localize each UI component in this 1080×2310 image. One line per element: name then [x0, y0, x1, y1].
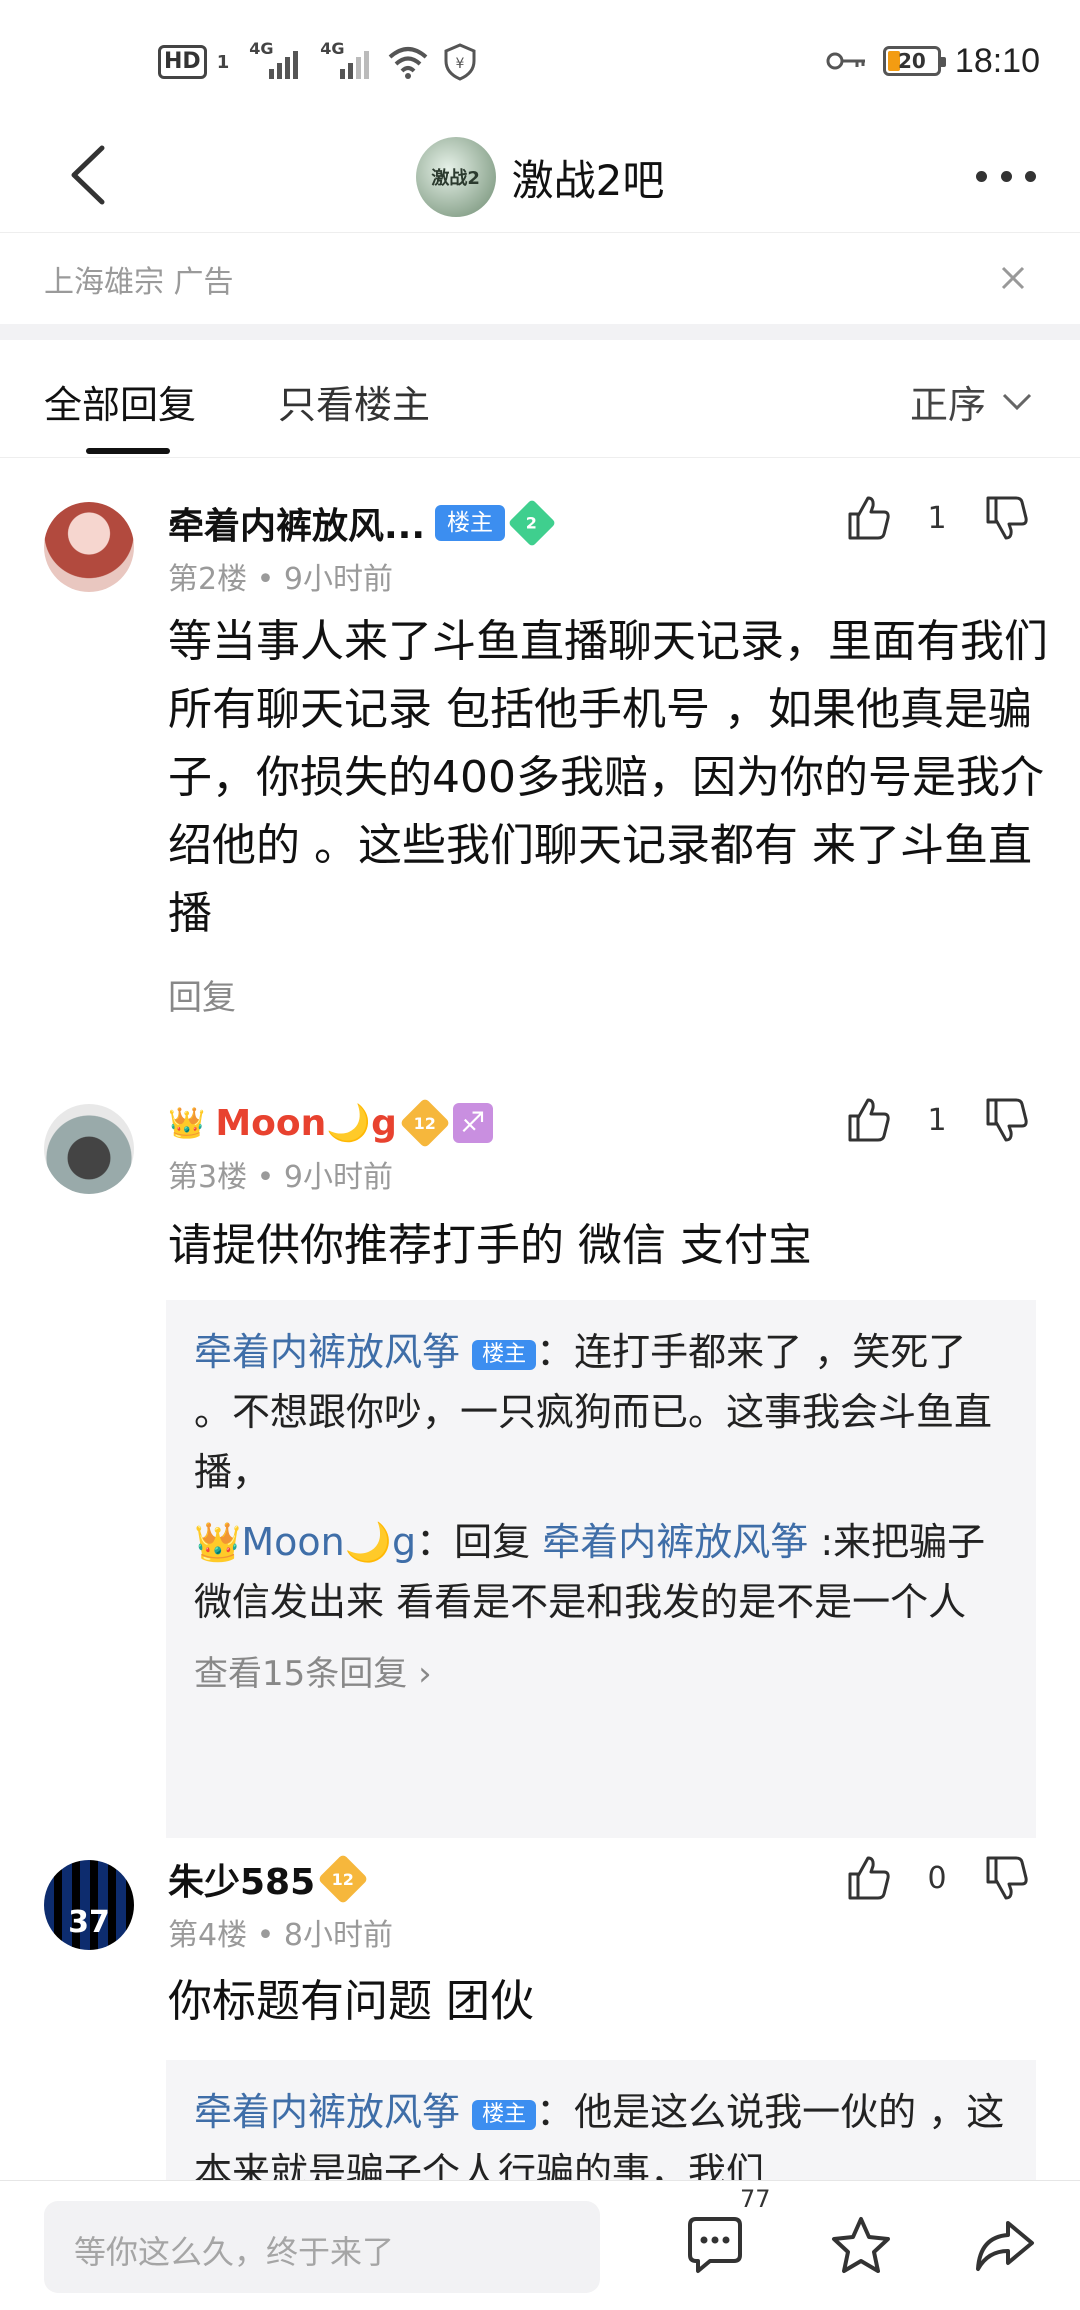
battery-icon: 20	[882, 46, 946, 76]
thumbs-up-icon[interactable]	[844, 494, 892, 542]
sub-reply-target[interactable]: 牵着内裤放风筝	[542, 1520, 808, 1564]
star-icon[interactable]	[826, 2211, 896, 2281]
thumbs-down-icon[interactable]	[982, 1096, 1030, 1144]
reply-button[interactable]: 回复	[168, 970, 236, 1019]
vote-group: 1	[844, 1096, 1030, 1144]
author-row: 朱少585 12	[168, 1853, 369, 1905]
wifi-icon	[388, 47, 428, 79]
author-row: 牵着内裤放风... 楼主 2	[168, 497, 557, 549]
vote-group: 1	[844, 494, 1030, 542]
hd-sub-label: 1	[216, 51, 230, 73]
sub-reply-user[interactable]: 👑Moon🌙g	[194, 1520, 416, 1564]
signal-icon-2: 4G	[320, 39, 370, 79]
status-right: 20 18:10	[825, 36, 1040, 86]
reply-input[interactable]: 等你这么久，终于来了	[44, 2201, 600, 2293]
zodiac-icon: ♐	[452, 1103, 493, 1143]
level-badge-icon: 12	[399, 1097, 451, 1149]
author-name[interactable]: 牵着内裤放风...	[168, 497, 425, 549]
comment-icon[interactable]	[680, 2211, 750, 2281]
post-content: 等当事人来了斗鱼直播聊天记录，里面有我们所有聊天记录 包括他手机号 ，如果他真是…	[168, 616, 1048, 939]
share-icon[interactable]	[970, 2211, 1040, 2281]
view-more-replies-link[interactable]: 查看15条回复 ›	[194, 1646, 1008, 1695]
avatar[interactable]	[44, 502, 134, 592]
vote-group: 0	[844, 1854, 1030, 1902]
like-count: 1	[927, 1102, 947, 1138]
nav-title-group[interactable]: 激战2 激战2吧	[0, 132, 1080, 222]
thumbs-down-icon[interactable]	[982, 494, 1030, 542]
post-meta: 第3楼 • 9小时前	[168, 1160, 393, 1195]
hd-icon: HD	[158, 45, 207, 79]
post-content: 请提供你推荐打手的 微信 支付宝	[168, 1220, 812, 1271]
sort-order-dropdown[interactable]: 正序	[910, 374, 1032, 429]
level-badge-icon: 2	[507, 498, 557, 548]
sort-order-label: 正序	[909, 383, 986, 427]
sub-reply: 👑Moon🌙g：回复 牵着内裤放风筝 :来把骗子微信发出来 看看是不是和我发的是…	[194, 1512, 1008, 1632]
sub-reply-box[interactable]: 牵着内裤放风筝 楼主 ：连打手都来了 ，笑死了 。不想跟你吵，一只疯狗而已。这事我…	[166, 1300, 1036, 1838]
sub-reply-user[interactable]: 牵着内裤放风筝	[194, 1330, 460, 1374]
thumbs-up-icon[interactable]	[844, 1854, 892, 1902]
nav-bar: 激战2 激战2吧	[0, 120, 1080, 230]
sub-reply-word: ：回复	[416, 1520, 543, 1564]
avatar[interactable]	[44, 1104, 134, 1194]
clock: 18:10	[954, 41, 1040, 80]
tab-host-only[interactable]: 只看楼主	[278, 374, 430, 429]
page-title: 激战2吧	[511, 155, 665, 205]
reply-tabs: 全部回复 只看楼主 正序	[0, 340, 1080, 458]
ad-label: 上海雄宗 广告	[44, 265, 234, 300]
like-count: 0	[927, 1860, 947, 1896]
like-count: 1	[927, 500, 947, 536]
host-badge: 楼主	[435, 505, 506, 541]
divider	[0, 324, 1080, 340]
comment-count: 77	[740, 2185, 771, 2213]
bottom-action-bar: 等你这么久，终于来了 77	[0, 2180, 1080, 2310]
thumbs-down-icon[interactable]	[982, 1854, 1030, 1902]
status-bar: HD 1 4G 4G ¥ 20 18:10	[0, 0, 1080, 120]
thumbs-up-icon[interactable]	[844, 1096, 892, 1144]
chevron-down-icon	[1002, 393, 1032, 410]
tab-all-replies[interactable]: 全部回复	[44, 374, 196, 429]
shield-icon: ¥	[444, 43, 476, 81]
more-menu-icon[interactable]	[976, 156, 1036, 196]
svg-text:¥: ¥	[456, 56, 465, 72]
avatar[interactable]: 37	[44, 1860, 134, 1950]
host-badge: 楼主	[472, 2099, 537, 2130]
post-content: 你标题有问题 团伙	[168, 1976, 534, 2027]
sub-reply-user[interactable]: 牵着内裤放风筝	[194, 2090, 460, 2134]
key-icon	[826, 52, 865, 70]
crown-icon: 👑	[168, 1105, 206, 1141]
sub-reply: 牵着内裤放风筝 楼主 ：连打手都来了 ，笑死了 。不想跟你吵，一只疯狗而已。这事我…	[194, 1322, 1008, 1502]
author-row: 👑 Moon🌙g 12 ♐	[168, 1097, 493, 1149]
tab-active-indicator	[86, 448, 170, 454]
ad-bar: 上海雄宗 广告	[0, 232, 1080, 324]
host-badge: 楼主	[472, 1339, 537, 1370]
close-icon[interactable]	[998, 263, 1028, 293]
post-meta: 第4楼 • 8小时前	[168, 1918, 393, 1953]
status-left: HD 1 4G 4G ¥	[158, 39, 477, 84]
post-meta: 第2楼 • 9小时前	[168, 562, 393, 597]
author-name[interactable]: Moon🌙g	[215, 1102, 397, 1144]
forum-logo: 激战2	[415, 137, 496, 217]
author-name[interactable]: 朱少585	[168, 1853, 315, 1905]
level-badge-icon: 12	[317, 1853, 369, 1905]
signal-icon: 4G	[249, 39, 299, 79]
